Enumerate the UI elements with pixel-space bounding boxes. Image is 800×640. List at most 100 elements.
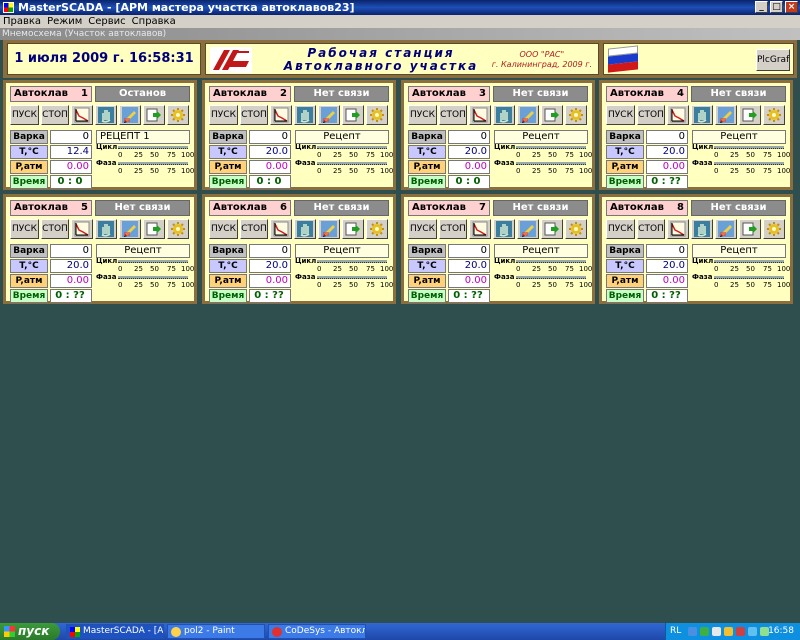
- autoclave-name[interactable]: Автоклав 5: [10, 200, 92, 216]
- exit-arrow-icon[interactable]: [143, 105, 165, 125]
- recipe-field[interactable]: Рецепт: [692, 130, 786, 144]
- stop-button[interactable]: СТОП: [439, 105, 467, 125]
- edit-recipe-pencil-icon[interactable]: [517, 219, 539, 239]
- edit-recipe-pencil-icon[interactable]: [715, 105, 737, 125]
- start-button[interactable]: ПУСК: [10, 105, 39, 125]
- stop-button[interactable]: СТОП: [637, 219, 665, 239]
- menu-help[interactable]: Справка: [132, 15, 176, 28]
- tray-app-icon[interactable]: [748, 627, 757, 636]
- manual-control-hand-icon[interactable]: [691, 105, 713, 125]
- menu-service[interactable]: Сервис: [88, 15, 125, 28]
- trend-chart-icon[interactable]: [270, 105, 292, 125]
- recipe-field[interactable]: Рецепт: [494, 130, 588, 144]
- exit-arrow-icon[interactable]: [342, 105, 364, 125]
- recipe-field[interactable]: РЕЦЕПТ 1: [96, 130, 190, 144]
- start-button[interactable]: ПУСК: [209, 105, 238, 125]
- settings-gear-icon[interactable]: [565, 105, 587, 125]
- trend-chart-icon[interactable]: [469, 105, 491, 125]
- edit-recipe-pencil-icon[interactable]: [119, 219, 141, 239]
- start-button[interactable]: ПУСК: [209, 219, 238, 239]
- task-masterscada[interactable]: MasterSCADA - [АРМ...: [66, 624, 164, 639]
- settings-gear-icon[interactable]: [167, 219, 189, 239]
- stop-button[interactable]: СТОП: [240, 105, 268, 125]
- trend-chart-icon[interactable]: [71, 105, 93, 125]
- recipe-field[interactable]: Рецепт: [494, 244, 588, 258]
- network-icon[interactable]: [688, 627, 697, 636]
- autoclave-name[interactable]: Автоклав 7: [408, 200, 490, 216]
- task-codesys[interactable]: CoDeSys - Автоклав...: [268, 624, 366, 639]
- menu-mode[interactable]: Режим: [47, 15, 82, 28]
- recipe-field[interactable]: Рецепт: [295, 130, 389, 144]
- time-value: 0 : ??: [646, 175, 688, 189]
- stop-button[interactable]: СТОП: [41, 219, 69, 239]
- stop-button[interactable]: СТОП: [637, 105, 665, 125]
- manual-control-hand-icon[interactable]: [95, 105, 117, 125]
- trend-chart-icon[interactable]: [71, 219, 93, 239]
- autoclave-name[interactable]: Автоклав 3: [408, 86, 490, 102]
- trend-chart-icon[interactable]: [270, 219, 292, 239]
- start-button[interactable]: пуск: [0, 623, 60, 640]
- recipe-field[interactable]: Рецепт: [96, 244, 190, 258]
- trend-chart-icon[interactable]: [667, 105, 689, 125]
- windows-logo-icon: [4, 626, 15, 637]
- exit-arrow-icon[interactable]: [541, 105, 563, 125]
- scale-tick-label: 75: [366, 167, 375, 175]
- exit-arrow-icon[interactable]: [342, 219, 364, 239]
- edit-recipe-pencil-icon[interactable]: [318, 219, 340, 239]
- settings-gear-icon[interactable]: [763, 219, 785, 239]
- settings-gear-icon[interactable]: [167, 105, 189, 125]
- exit-arrow-icon[interactable]: [739, 219, 761, 239]
- codesys-tray-icon[interactable]: [736, 627, 745, 636]
- window-title-bar[interactable]: MasterSCADA - [АРМ мастера участка авток…: [0, 0, 800, 15]
- exit-arrow-icon[interactable]: [739, 105, 761, 125]
- volume-icon[interactable]: [712, 627, 721, 636]
- settings-gear-icon[interactable]: [366, 219, 388, 239]
- start-button[interactable]: ПУСК: [606, 219, 635, 239]
- manual-control-hand-icon[interactable]: [493, 219, 515, 239]
- trend-chart-icon[interactable]: [469, 219, 491, 239]
- manual-control-hand-icon[interactable]: [493, 105, 515, 125]
- task-paint[interactable]: pol2 - Paint: [167, 624, 265, 639]
- antivirus-icon[interactable]: [700, 627, 709, 636]
- autoclave-header: Автоклав 6 Нет связи: [205, 197, 393, 218]
- manual-control-hand-icon[interactable]: [95, 219, 117, 239]
- stop-button[interactable]: СТОП: [240, 219, 268, 239]
- start-button[interactable]: ПУСК: [408, 219, 437, 239]
- manual-control-hand-icon[interactable]: [294, 105, 316, 125]
- edit-recipe-pencil-icon[interactable]: [715, 219, 737, 239]
- autoclave-name[interactable]: Автоклав 8: [606, 200, 688, 216]
- trend-chart-icon[interactable]: [667, 219, 689, 239]
- time-row: Время 0 : ?? Фаза 0 25 50 75 100: [10, 273, 194, 303]
- exit-arrow-icon[interactable]: [541, 219, 563, 239]
- recipe-field[interactable]: Рецепт: [692, 244, 786, 258]
- recipe-field[interactable]: Рецепт: [295, 244, 389, 258]
- manual-control-hand-icon[interactable]: [294, 219, 316, 239]
- close-button[interactable]: ×: [785, 1, 798, 13]
- security-alert-icon[interactable]: [724, 627, 733, 636]
- start-button[interactable]: ПУСК: [10, 219, 39, 239]
- scale-tick-label: 0: [317, 167, 322, 175]
- language-indicator[interactable]: RL: [670, 623, 681, 640]
- edit-recipe-pencil-icon[interactable]: [517, 105, 539, 125]
- autoclave-name[interactable]: Автоклав 6: [209, 200, 291, 216]
- autoclave-readings: Варка 0 Рецепт T,°C 20.0 Цикл 0 25 50 75 100…: [606, 244, 790, 304]
- autoclave-name[interactable]: Автоклав 2: [209, 86, 291, 102]
- autoclave-name[interactable]: Автоклав 4: [606, 86, 688, 102]
- exit-arrow-icon[interactable]: [143, 219, 165, 239]
- stop-button[interactable]: СТОП: [41, 105, 69, 125]
- autoclave-name[interactable]: Автоклав 1: [10, 86, 92, 102]
- menu-edit[interactable]: Правка: [3, 15, 41, 28]
- minimize-button[interactable]: _: [755, 1, 768, 13]
- maximize-button[interactable]: □: [770, 1, 783, 13]
- settings-gear-icon[interactable]: [763, 105, 785, 125]
- pressure-value: 0.00: [249, 274, 291, 288]
- start-button[interactable]: ПУСК: [408, 105, 437, 125]
- edit-recipe-pencil-icon[interactable]: [119, 105, 141, 125]
- settings-gear-icon[interactable]: [565, 219, 587, 239]
- manual-control-hand-icon[interactable]: [691, 219, 713, 239]
- edit-recipe-pencil-icon[interactable]: [318, 105, 340, 125]
- start-button[interactable]: ПУСК: [606, 105, 635, 125]
- plcgraf-button[interactable]: PlcGraf: [756, 49, 790, 71]
- settings-gear-icon[interactable]: [366, 105, 388, 125]
- stop-button[interactable]: СТОП: [439, 219, 467, 239]
